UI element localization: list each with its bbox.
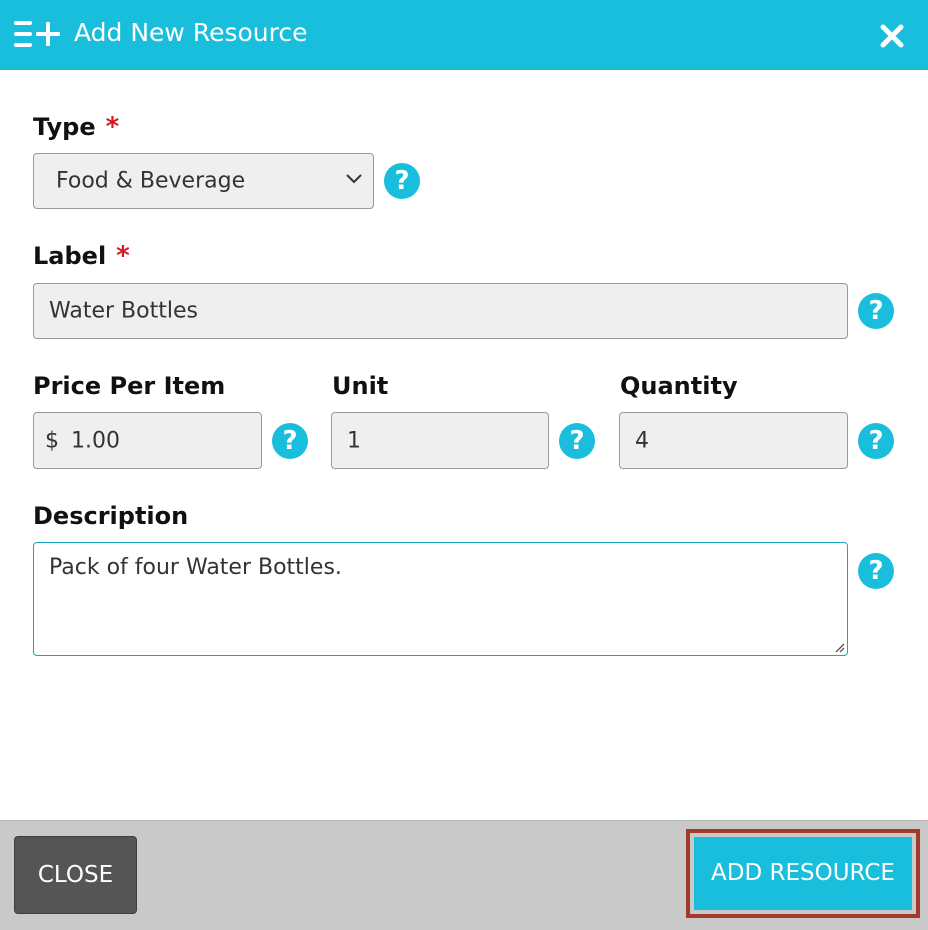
- description-value: Pack of four Water Bottles.: [49, 555, 342, 580]
- required-mark: *: [105, 112, 120, 142]
- required-mark: *: [116, 241, 130, 271]
- label-input-value: Water Bottles: [49, 298, 198, 324]
- chevron-down-icon: [346, 174, 362, 184]
- unit-label: Unit: [332, 372, 389, 400]
- unit-input[interactable]: 1: [331, 412, 549, 469]
- resize-grip-icon[interactable]: [833, 641, 845, 653]
- add-list-icon: [14, 21, 60, 47]
- quantity-help-icon[interactable]: ?: [858, 423, 894, 459]
- add-resource-button[interactable]: ADD RESOURCE: [694, 837, 912, 910]
- quantity-input[interactable]: 4: [619, 412, 848, 469]
- unit-input-value: 1: [347, 428, 361, 453]
- description-help-icon[interactable]: ?: [858, 553, 894, 589]
- dialog-title: Add New Resource: [74, 18, 308, 47]
- price-currency-prefix: $: [45, 428, 59, 453]
- type-help-icon[interactable]: ?: [384, 163, 420, 199]
- quantity-input-value: 4: [635, 428, 649, 453]
- price-help-icon[interactable]: ?: [272, 423, 308, 459]
- dialog-header: Add New Resource: [0, 0, 928, 70]
- type-label: Type *: [33, 112, 119, 142]
- close-icon[interactable]: [879, 23, 905, 49]
- type-select[interactable]: Food & Beverage: [33, 153, 374, 209]
- type-select-value: Food & Beverage: [56, 168, 246, 194]
- description-textarea[interactable]: Pack of four Water Bottles.: [33, 542, 848, 656]
- description-label: Description: [33, 502, 189, 530]
- close-button[interactable]: CLOSE: [14, 836, 137, 914]
- quantity-label: Quantity: [620, 372, 738, 400]
- type-label-text: Type: [33, 113, 96, 141]
- unit-help-icon[interactable]: ?: [559, 423, 595, 459]
- price-input[interactable]: $ 1.00: [33, 412, 262, 469]
- price-label: Price Per Item: [33, 372, 226, 400]
- label-field-label: Label *: [33, 241, 130, 271]
- label-input[interactable]: Water Bottles: [33, 283, 848, 339]
- price-input-value: 1.00: [71, 428, 120, 453]
- label-field-label-text: Label: [33, 242, 107, 270]
- label-help-icon[interactable]: ?: [858, 293, 894, 329]
